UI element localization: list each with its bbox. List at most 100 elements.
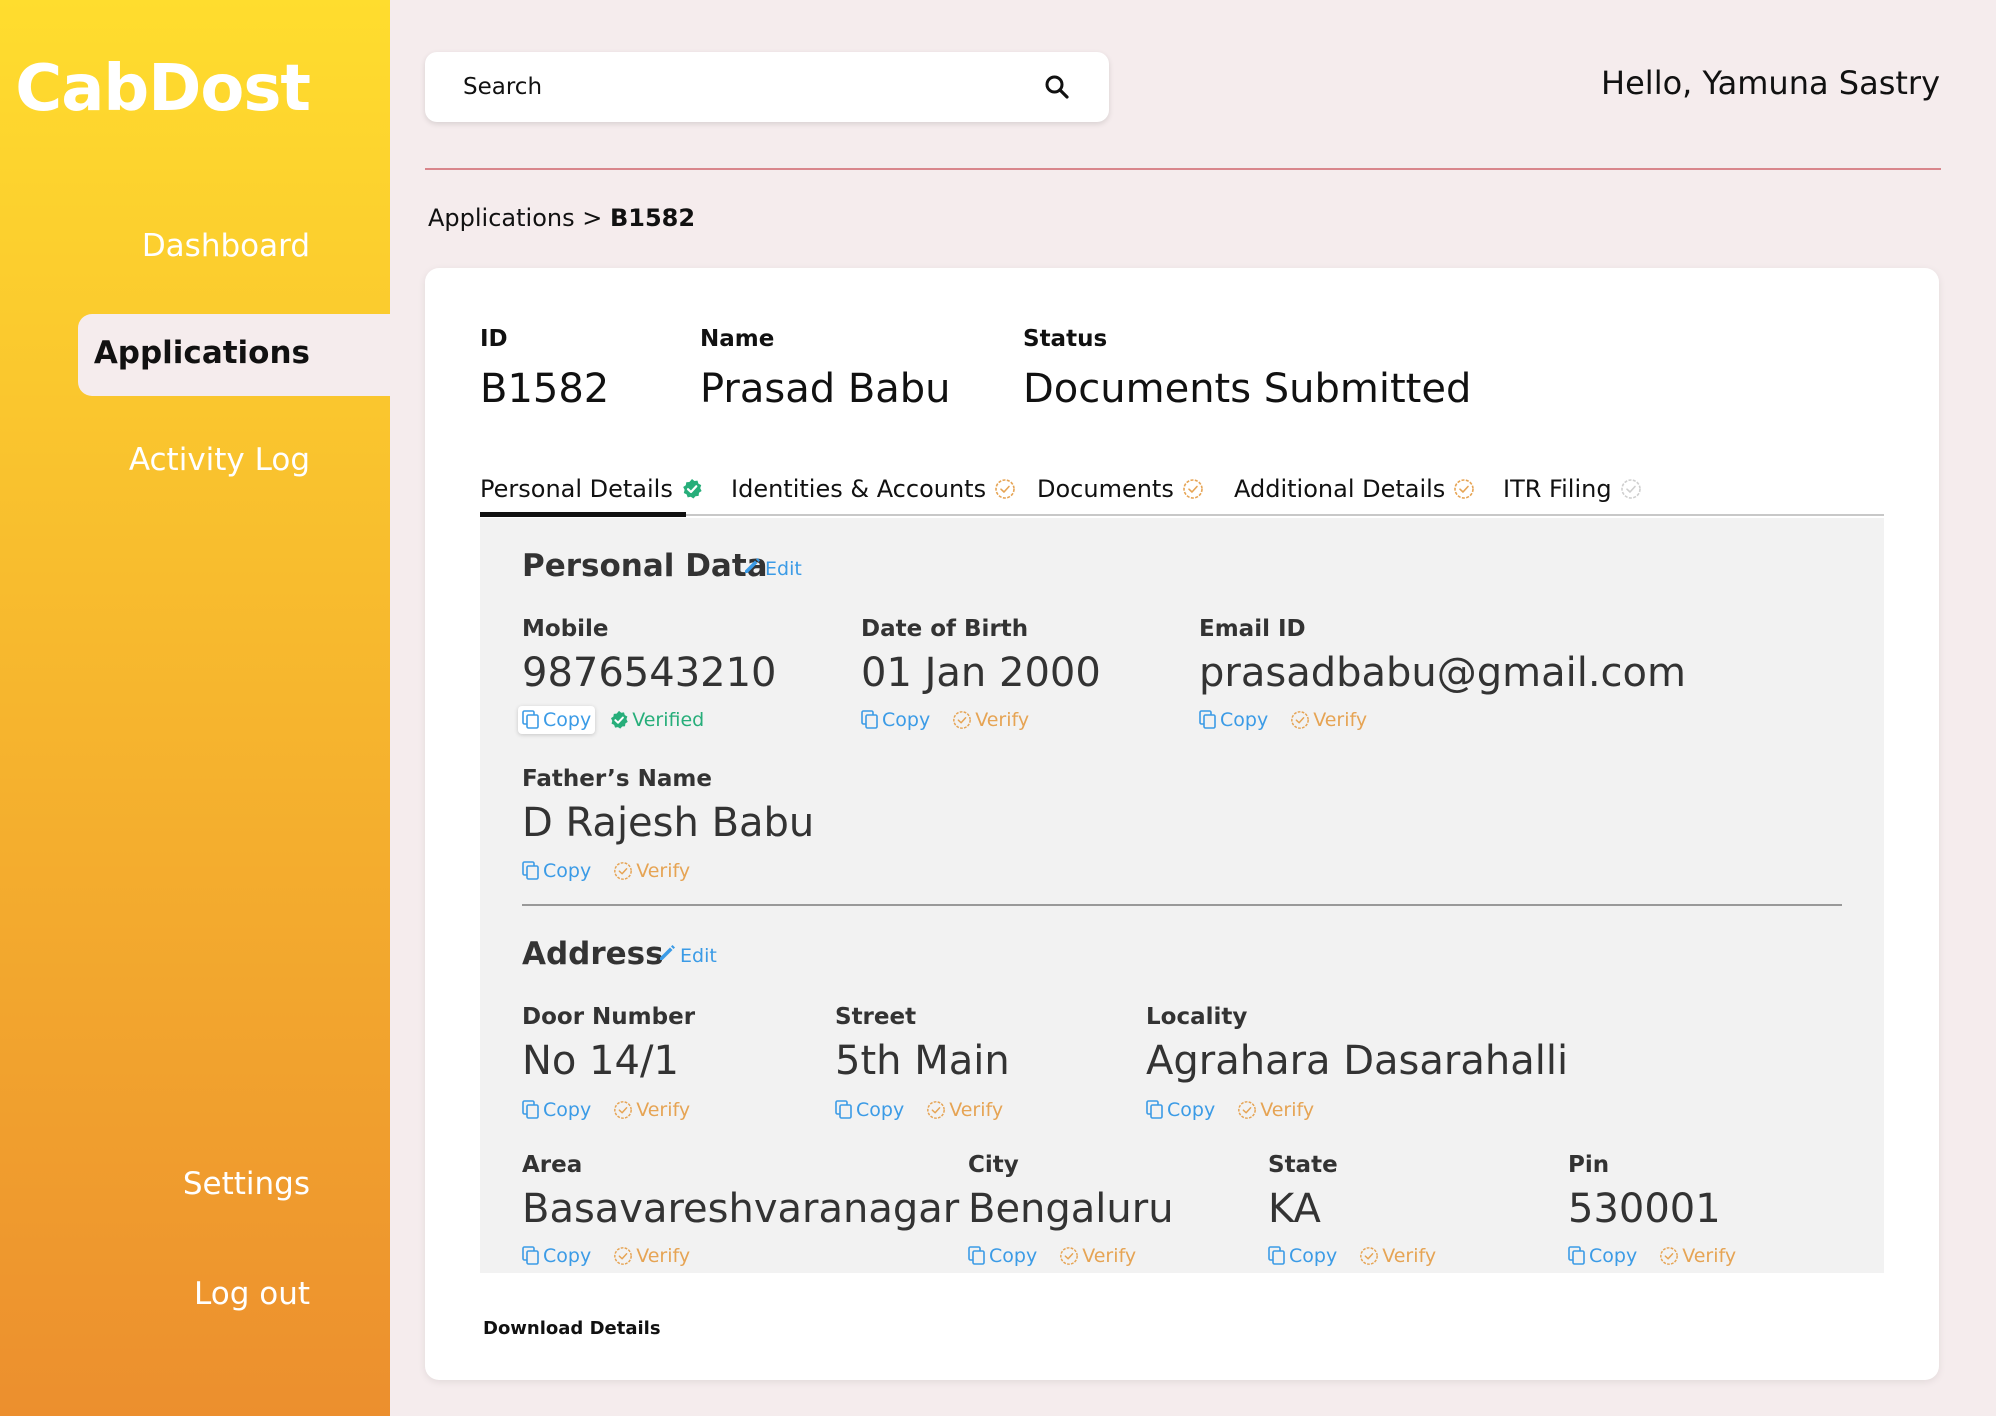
search-icon[interactable] (1043, 73, 1071, 101)
check-circle-outline-icon (926, 1100, 946, 1120)
check-circle-outline-icon (952, 710, 972, 730)
copy-icon (861, 710, 879, 730)
status-value: Documents Submitted (1023, 366, 1472, 412)
verify-locality-button[interactable]: Verify (1237, 1099, 1314, 1121)
tab-label: Additional Details (1234, 475, 1446, 503)
check-circle-outline-icon (994, 478, 1016, 500)
copy-icon (522, 710, 540, 730)
state-value: KA (1268, 1186, 1321, 1232)
copy-label: Copy (856, 1099, 905, 1121)
sidebar-item-applications[interactable]: Applications (94, 335, 310, 371)
copy-label: Copy (543, 709, 592, 731)
tab-itr-filing[interactable]: ITR Filing (1503, 468, 1642, 510)
tab-personal-details[interactable]: Personal Details (480, 468, 703, 510)
area-actions: Copy Verify (518, 1242, 690, 1270)
copy-city-button[interactable]: Copy (964, 1242, 1041, 1270)
copy-icon (1199, 710, 1217, 730)
copy-door-number-button[interactable]: Copy (518, 1096, 595, 1124)
pin-value: 530001 (1568, 1186, 1721, 1232)
verify-state-button[interactable]: Verify (1359, 1245, 1436, 1267)
verify-city-button[interactable]: Verify (1059, 1245, 1136, 1267)
edit-address-button[interactable]: Edit (657, 943, 717, 968)
verify-label: Verify (1313, 709, 1368, 731)
verified-label: Verified (632, 709, 705, 731)
tab-identities-accounts[interactable]: Identities & Accounts (731, 468, 1016, 510)
state-label: State (1268, 1152, 1338, 1178)
city-actions: Copy Verify (964, 1242, 1136, 1270)
tab-label: Personal Details (480, 475, 673, 503)
locality-label: Locality (1146, 1004, 1248, 1030)
id-label: ID (480, 326, 508, 352)
check-circle-outline-icon (613, 1100, 633, 1120)
tab-label: Documents (1037, 475, 1174, 503)
copy-label: Copy (1167, 1099, 1216, 1121)
copy-locality-button[interactable]: Copy (1142, 1096, 1219, 1124)
street-actions: Copy Verify (831, 1096, 1003, 1124)
search-input[interactable] (463, 74, 1033, 100)
check-circle-filled-icon (681, 478, 703, 500)
active-tab-indicator (480, 512, 686, 517)
fathers-name-value: D Rajesh Babu (522, 800, 815, 846)
verify-label: Verify (636, 860, 691, 882)
copy-pin-button[interactable]: Copy (1564, 1242, 1641, 1270)
edit-personal-data-button[interactable]: Edit (742, 556, 802, 581)
check-circle-outline-icon (613, 1246, 633, 1266)
copy-label: Copy (543, 1099, 592, 1121)
search-bar (425, 52, 1109, 122)
verify-door-number-button[interactable]: Verify (613, 1099, 690, 1121)
sidebar-item-logout[interactable]: Log out (194, 1276, 310, 1312)
personal-details-panel: Personal Data Edit Mobile 9876543210 Cop… (480, 518, 1884, 1273)
copy-label: Copy (1589, 1245, 1638, 1267)
copy-icon (968, 1246, 986, 1266)
verify-label: Verify (1682, 1245, 1737, 1267)
name-label: Name (700, 326, 775, 352)
verify-email-button[interactable]: Verify (1290, 709, 1367, 731)
copy-state-button[interactable]: Copy (1264, 1242, 1341, 1270)
copy-email-button[interactable]: Copy (1195, 706, 1272, 734)
sidebar-item-activity-log[interactable]: Activity Log (129, 442, 310, 478)
copy-area-button[interactable]: Copy (518, 1242, 595, 1270)
locality-actions: Copy Verify (1142, 1096, 1314, 1124)
verify-dob-button[interactable]: Verify (952, 709, 1029, 731)
check-circle-outline-icon (1290, 710, 1310, 730)
copy-street-button[interactable]: Copy (831, 1096, 908, 1124)
pin-actions: Copy Verify (1564, 1242, 1736, 1270)
header-divider (425, 168, 1941, 170)
verify-label: Verify (1260, 1099, 1315, 1121)
copy-fathers-name-button[interactable]: Copy (518, 857, 595, 885)
area-label: Area (522, 1152, 583, 1178)
door-number-label: Door Number (522, 1004, 696, 1030)
copy-label: Copy (882, 709, 931, 731)
copy-mobile-button[interactable]: Copy (518, 706, 596, 734)
verify-area-button[interactable]: Verify (613, 1245, 690, 1267)
mobile-value: 9876543210 (522, 650, 777, 696)
tab-label: Identities & Accounts (731, 475, 987, 503)
sidebar-item-settings[interactable]: Settings (183, 1166, 310, 1202)
download-details-button[interactable]: Download Details (483, 1318, 661, 1339)
verify-pin-button[interactable]: Verify (1659, 1245, 1736, 1267)
breadcrumb-separator: > (574, 204, 610, 232)
copy-label: Copy (989, 1245, 1038, 1267)
check-circle-outline-icon (1359, 1246, 1379, 1266)
sidebar-item-dashboard[interactable]: Dashboard (142, 228, 310, 264)
tab-bar: Personal Details Identities & Accounts D… (480, 468, 1884, 517)
tab-additional-details[interactable]: Additional Details (1234, 468, 1475, 510)
door-number-value: No 14/1 (522, 1038, 679, 1084)
area-value: Basavareshvaranagar (522, 1186, 960, 1232)
pin-label: Pin (1568, 1152, 1610, 1178)
copy-icon (835, 1100, 853, 1120)
address-title: Address (522, 936, 664, 972)
mobile-label: Mobile (522, 616, 609, 642)
edit-label: Edit (765, 557, 802, 580)
copy-dob-button[interactable]: Copy (857, 706, 934, 734)
tab-documents[interactable]: Documents (1037, 468, 1204, 510)
copy-icon (1568, 1246, 1586, 1266)
verify-label: Verify (1082, 1245, 1137, 1267)
breadcrumb-parent[interactable]: Applications (428, 204, 575, 232)
application-card: ID B1582 Name Prasad Babu Status Documen… (425, 268, 1939, 1380)
breadcrumb: Applications > B1582 (428, 204, 695, 232)
verify-street-button[interactable]: Verify (926, 1099, 1003, 1121)
check-circle-outline-icon (613, 861, 633, 881)
verify-label: Verify (636, 1099, 691, 1121)
verify-fathers-name-button[interactable]: Verify (613, 860, 690, 882)
